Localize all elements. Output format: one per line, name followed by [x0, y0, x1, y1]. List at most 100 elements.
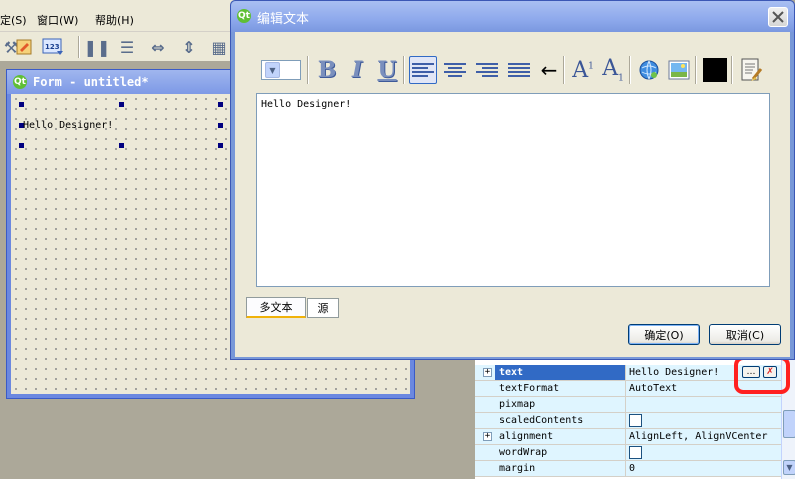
- bold-button[interactable]: B: [313, 56, 341, 84]
- property-name: margin: [499, 463, 536, 474]
- resize-handle[interactable]: [218, 102, 223, 107]
- menu-window[interactable]: 窗口(W): [37, 12, 78, 28]
- toolbar-separator: [403, 56, 405, 84]
- image-icon: [668, 60, 690, 80]
- insert-image-button[interactable]: [665, 56, 693, 84]
- property-name: alignment: [499, 431, 554, 442]
- insert-link-button[interactable]: [635, 56, 663, 84]
- left-to-right-button[interactable]: ←: [535, 56, 563, 84]
- formatting-toolbar: 9 ▼ B I U ← A1 A1: [255, 48, 769, 88]
- layout-vertical-icon[interactable]: ☰: [116, 36, 138, 58]
- resize-handle[interactable]: [218, 123, 223, 128]
- align-center-icon: [444, 61, 466, 79]
- property-value[interactable]: AutoText: [629, 383, 677, 394]
- menu-edit[interactable]: 定(S): [0, 12, 27, 28]
- resize-handle[interactable]: [19, 102, 24, 107]
- clean-document-icon: [741, 58, 763, 81]
- color-swatch-icon: [703, 58, 727, 82]
- form-title: Form - untitled*: [33, 75, 149, 89]
- italic-button[interactable]: I: [343, 56, 371, 84]
- globe-link-icon: [639, 60, 659, 80]
- column-divider: [625, 381, 626, 397]
- arrow-left-icon: ←: [540, 58, 558, 82]
- property-row-margin[interactable]: margin 0: [475, 461, 783, 477]
- layout-grid-icon[interactable]: ▦: [208, 36, 230, 58]
- layout-splitter-horizontal-icon[interactable]: ⇔: [147, 36, 169, 58]
- text-color-button[interactable]: [701, 56, 729, 84]
- column-divider: [625, 365, 626, 381]
- property-name: textFormat: [499, 383, 560, 394]
- tab-order-icon[interactable]: 123: [42, 36, 64, 58]
- chevron-down-icon[interactable]: ▼: [265, 62, 280, 78]
- column-divider: [625, 461, 626, 477]
- toolbar-separator: [695, 56, 697, 84]
- property-value[interactable]: 0: [629, 463, 635, 474]
- expand-icon[interactable]: +: [483, 432, 492, 441]
- designer-toolbar: ⚒ 123 ❚❚ ☰ ⇔ ⇕ ▦: [0, 32, 260, 62]
- property-row-scaledcontents[interactable]: scaledContents: [475, 413, 783, 429]
- font-size-select[interactable]: 9 ▼: [261, 60, 301, 80]
- property-name: text: [499, 367, 524, 378]
- toolbar-separator: [629, 56, 631, 84]
- close-icon: [772, 11, 784, 23]
- column-divider: [625, 397, 626, 413]
- resize-handle[interactable]: [119, 143, 124, 148]
- property-value[interactable]: Hello Designer!: [629, 367, 719, 378]
- layout-splitter-vertical-icon[interactable]: ⇕: [178, 36, 200, 58]
- superscript-icon: A1: [572, 57, 594, 83]
- simplify-html-button[interactable]: [737, 56, 765, 84]
- scroll-down-arrow-icon[interactable]: ▼: [783, 460, 795, 475]
- tab-rich-text[interactable]: 多文本: [246, 297, 306, 318]
- column-divider: [625, 429, 626, 445]
- svg-text:123: 123: [45, 43, 60, 51]
- dialog-title: 编辑文本: [257, 12, 310, 27]
- editor-content[interactable]: Hello Designer!: [261, 99, 351, 110]
- qt-logo-icon: Qt: [13, 75, 27, 89]
- align-center-button[interactable]: [441, 56, 469, 84]
- resize-handle[interactable]: [218, 143, 223, 148]
- column-divider: [625, 445, 626, 461]
- toolbar-separator: [78, 36, 80, 58]
- edit-buddies-icon[interactable]: [13, 36, 35, 58]
- dialog-body: 9 ▼ B I U ← A1 A1: [235, 32, 790, 357]
- property-name: pixmap: [499, 399, 536, 410]
- expand-icon[interactable]: +: [483, 368, 492, 377]
- property-row-pixmap[interactable]: pixmap: [475, 397, 783, 413]
- form-label-widget[interactable]: Hello Designer!: [23, 120, 113, 131]
- property-name: wordWrap: [499, 447, 548, 458]
- cancel-button[interactable]: 取消(C): [709, 324, 781, 345]
- toolbar-separator: [307, 56, 309, 84]
- rich-text-editor[interactable]: Hello Designer!: [256, 93, 770, 287]
- wordwrap-checkbox[interactable]: [629, 446, 642, 459]
- resize-handle[interactable]: [19, 143, 24, 148]
- close-button[interactable]: [768, 7, 788, 27]
- scaledcontents-checkbox[interactable]: [629, 414, 642, 427]
- align-justify-button[interactable]: [505, 56, 533, 84]
- menu-help[interactable]: 帮助(H): [95, 12, 134, 28]
- dialog-titlebar[interactable]: Qt 编辑文本: [231, 1, 794, 32]
- qt-logo-icon: Qt: [237, 9, 251, 23]
- layout-horizontal-icon[interactable]: ❚❚: [84, 36, 111, 58]
- scroll-thumb[interactable]: [783, 410, 795, 438]
- property-row-alignment[interactable]: + alignment AlignLeft, AlignVCenter: [475, 429, 783, 445]
- property-name: scaledContents: [499, 415, 584, 426]
- align-left-icon: [412, 61, 434, 79]
- italic-icon: I: [351, 57, 363, 83]
- underline-button[interactable]: U: [373, 56, 401, 84]
- align-right-button[interactable]: [473, 56, 501, 84]
- tab-source[interactable]: 源: [307, 298, 339, 318]
- superscript-button[interactable]: A1: [569, 56, 597, 84]
- edit-text-dialog: Qt 编辑文本 9 ▼ B I U: [230, 0, 795, 360]
- property-row-wordwrap[interactable]: wordWrap: [475, 445, 783, 461]
- underline-icon: U: [377, 57, 397, 83]
- ok-button[interactable]: 确定(O): [628, 324, 700, 345]
- toolbar-separator: [731, 56, 733, 84]
- align-justify-icon: [508, 61, 530, 79]
- resize-handle[interactable]: [119, 102, 124, 107]
- align-right-icon: [476, 61, 498, 79]
- column-divider: [625, 413, 626, 429]
- subscript-button[interactable]: A1: [599, 56, 627, 84]
- align-left-button[interactable]: [409, 56, 437, 84]
- designer-menubar: 定(S) 窗口(W) 帮助(H): [0, 0, 260, 32]
- property-value[interactable]: AlignLeft, AlignVCenter: [629, 431, 767, 442]
